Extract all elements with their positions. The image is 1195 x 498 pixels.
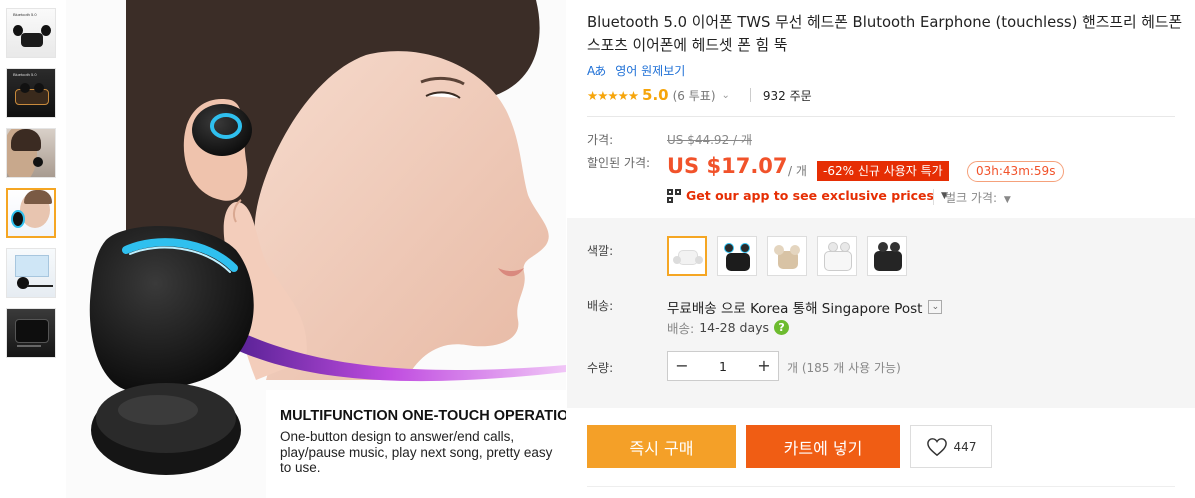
discount-price-label: 할인된 가격: — [587, 156, 651, 170]
thumbnail-6[interactable] — [6, 308, 56, 358]
countdown-timer: 03h:43m:59s — [967, 161, 1065, 182]
image-description: One-button design to answer/end calls, p… — [280, 429, 553, 475]
view-original-label: 영어 원제보기 — [615, 64, 686, 78]
view-original-link[interactable]: Aあ 영어 원제보기 — [587, 62, 685, 79]
bulk-price-dropdown[interactable]: 벌크 가격: ▼ — [945, 189, 1011, 206]
quantity-input[interactable]: 1 — [696, 359, 750, 374]
thumbnail-list: Bluetooth 5.0 Bluetooth 5.0 — [6, 8, 58, 368]
color-options — [667, 236, 907, 276]
original-price: US $44.92 / 개 — [667, 133, 752, 147]
thumbnail-2-label: Bluetooth 5.0 — [13, 72, 37, 77]
vote-count[interactable]: (6 투표) — [673, 87, 716, 104]
heart-icon — [926, 437, 947, 456]
color-label: 색깔: — [587, 244, 614, 258]
price-label: 가격: — [587, 133, 614, 147]
caret-down-icon: ▼ — [1003, 195, 1011, 205]
discount-badge: -62% 신규 사용자 특가 — [817, 161, 949, 181]
thumbnail-5[interactable] — [6, 248, 56, 298]
divider — [587, 116, 1175, 117]
color-option-black[interactable] — [867, 236, 907, 276]
chevron-down-icon[interactable]: ⌄ — [928, 300, 943, 314]
shipping-method[interactable]: 무료배송 으로 Korea 통해 Singapore Post ⌄ — [667, 297, 943, 317]
rating-score: 5.0 — [642, 86, 669, 104]
wishlist-button[interactable]: 447 — [910, 425, 992, 468]
product-info-panel: Bluetooth 5.0 이어폰 TWS 무선 헤드폰 Blutooth Ea… — [567, 0, 1195, 498]
delivery-time: 배송: 14-28 days ? — [667, 318, 790, 337]
wishlist-count: 447 — [953, 439, 977, 454]
product-title: Bluetooth 5.0 이어폰 TWS 무선 헤드폰 Blutooth Ea… — [587, 14, 1183, 54]
help-icon[interactable]: ? — [774, 320, 790, 335]
quantity-stepper: − 1 + — [667, 351, 779, 381]
sale-price: US $17.07 — [667, 154, 788, 178]
divider — [749, 88, 751, 102]
chevron-down-icon[interactable]: ⌄ — [722, 90, 730, 101]
thumbnail-3[interactable] — [6, 128, 56, 178]
delivery-time-label: 배송: — [667, 321, 695, 336]
minus-icon[interactable]: − — [668, 352, 696, 380]
translate-icon: Aあ — [587, 64, 606, 78]
thumbnail-1[interactable]: Bluetooth 5.0 — [6, 8, 56, 58]
add-to-cart-button[interactable]: 카트에 넣기 — [746, 425, 900, 468]
quantity-label: 수량: — [587, 361, 614, 375]
image-headline: MULTIFUNCTION ONE-TOUCH OPERATION — [280, 408, 566, 424]
color-option-white-selected[interactable] — [667, 236, 707, 276]
price-unit: / 개 — [788, 164, 807, 178]
color-option-white[interactable] — [817, 236, 857, 276]
app-link-label: Get our app to see exclusive prices — [686, 188, 934, 203]
color-option-black-blue[interactable] — [717, 236, 757, 276]
plus-icon[interactable]: + — [750, 352, 778, 380]
quantity-available: 개 (185 개 사용 가능) — [787, 361, 901, 375]
color-option-beige[interactable] — [767, 236, 807, 276]
main-product-image[interactable]: MULTIFUNCTION ONE-TOUCH OPERATION One-bu… — [66, 0, 566, 498]
thumbnail-1-label: Bluetooth 5.0 — [13, 12, 37, 17]
delivery-time-value: 14-28 days — [699, 320, 770, 335]
buy-now-button[interactable]: 즉시 구매 — [587, 425, 736, 468]
rating-row: ★★★★★ 5.0 (6 투표) ⌄ 932 주문 — [587, 86, 812, 104]
thumbnail-4-selected[interactable] — [6, 188, 56, 238]
shipping-method-text: 무료배송 으로 Korea 통해 Singapore Post — [667, 301, 923, 317]
divider — [587, 486, 1175, 487]
shipping-label: 배송: — [587, 299, 614, 313]
qr-code-icon — [667, 188, 681, 203]
order-count: 932 주문 — [762, 88, 812, 103]
divider — [933, 189, 934, 205]
star-rating-icon: ★★★★★ — [587, 87, 639, 103]
app-exclusive-price-link[interactable]: Get our app to see exclusive prices ▼ — [667, 188, 948, 203]
thumbnail-2[interactable]: Bluetooth 5.0 — [6, 68, 56, 118]
bulk-price-label: 벌크 가격: — [945, 191, 998, 205]
